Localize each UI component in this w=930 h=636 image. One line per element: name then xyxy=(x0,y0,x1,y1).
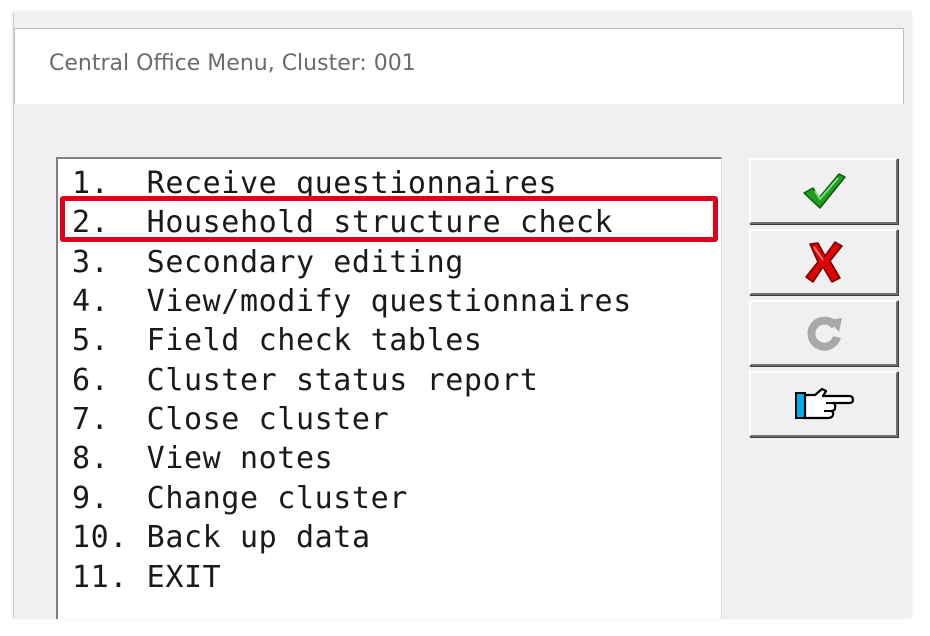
item-number: 11. xyxy=(72,560,128,595)
screenshot-canvas: Central Office Menu, Cluster: 001 1. Rec… xyxy=(0,0,930,636)
item-number: 2. xyxy=(72,205,110,240)
item-label: Back up data xyxy=(146,520,371,555)
title-bar: Central Office Menu, Cluster: 001 xyxy=(14,28,904,104)
refresh-button[interactable] xyxy=(749,300,898,366)
list-item-view-notes[interactable]: 8. View notes xyxy=(72,439,333,478)
item-label: View/modify questionnaires xyxy=(146,284,632,319)
item-number: 5. xyxy=(72,323,110,358)
item-label: Close cluster xyxy=(146,402,390,437)
item-label: Change cluster xyxy=(146,481,408,516)
cancel-button[interactable] xyxy=(749,229,898,295)
list-item-secondary-editing[interactable]: 3. Secondary editing xyxy=(72,243,464,282)
item-number: 6. xyxy=(72,363,110,398)
refresh-icon xyxy=(806,316,842,351)
item-number: 4. xyxy=(72,284,110,319)
item-number: 8. xyxy=(72,441,110,476)
item-number: 10. xyxy=(72,520,128,555)
item-number: 7. xyxy=(72,402,110,437)
item-number: 9. xyxy=(72,481,110,516)
list-item-receive-questionnaires[interactable]: 1. Receive questionnaires xyxy=(72,164,557,203)
list-item-back-up-data[interactable]: 10. Back up data xyxy=(72,518,371,557)
list-item-exit[interactable]: 11. EXIT xyxy=(72,558,221,597)
pointer-button[interactable] xyxy=(749,371,898,437)
list-item-close-cluster[interactable]: 7. Close cluster xyxy=(72,400,389,439)
list-item-cluster-status-report[interactable]: 6. Cluster status report xyxy=(72,361,539,400)
item-label: EXIT xyxy=(146,560,222,595)
list-item-change-cluster[interactable]: 9. Change cluster xyxy=(72,479,408,518)
red-x-icon xyxy=(804,241,843,283)
item-label: Secondary editing xyxy=(146,245,464,280)
item-number: 3. xyxy=(72,245,110,280)
window-title: Central Office Menu, Cluster: 001 xyxy=(49,51,416,76)
item-label: Field check tables xyxy=(146,323,483,358)
item-label: Household structure check xyxy=(146,205,614,240)
list-item-household-structure-check[interactable]: 2. Household structure check xyxy=(72,203,613,242)
pointing-hand-icon xyxy=(794,387,854,420)
list-item-view-modify-questionnaires[interactable]: 4. View/modify questionnaires xyxy=(72,282,632,321)
menu-listbox[interactable]: 1. Receive questionnaires 2. Household s… xyxy=(56,157,722,619)
list-item-field-check-tables[interactable]: 5. Field check tables xyxy=(72,321,483,360)
item-label: View notes xyxy=(146,441,334,476)
checkmark-icon xyxy=(802,173,846,209)
item-number: 1. xyxy=(72,166,110,201)
item-label: Receive questionnaires xyxy=(146,166,558,201)
ok-button[interactable] xyxy=(749,158,898,224)
item-label: Cluster status report xyxy=(146,363,539,398)
